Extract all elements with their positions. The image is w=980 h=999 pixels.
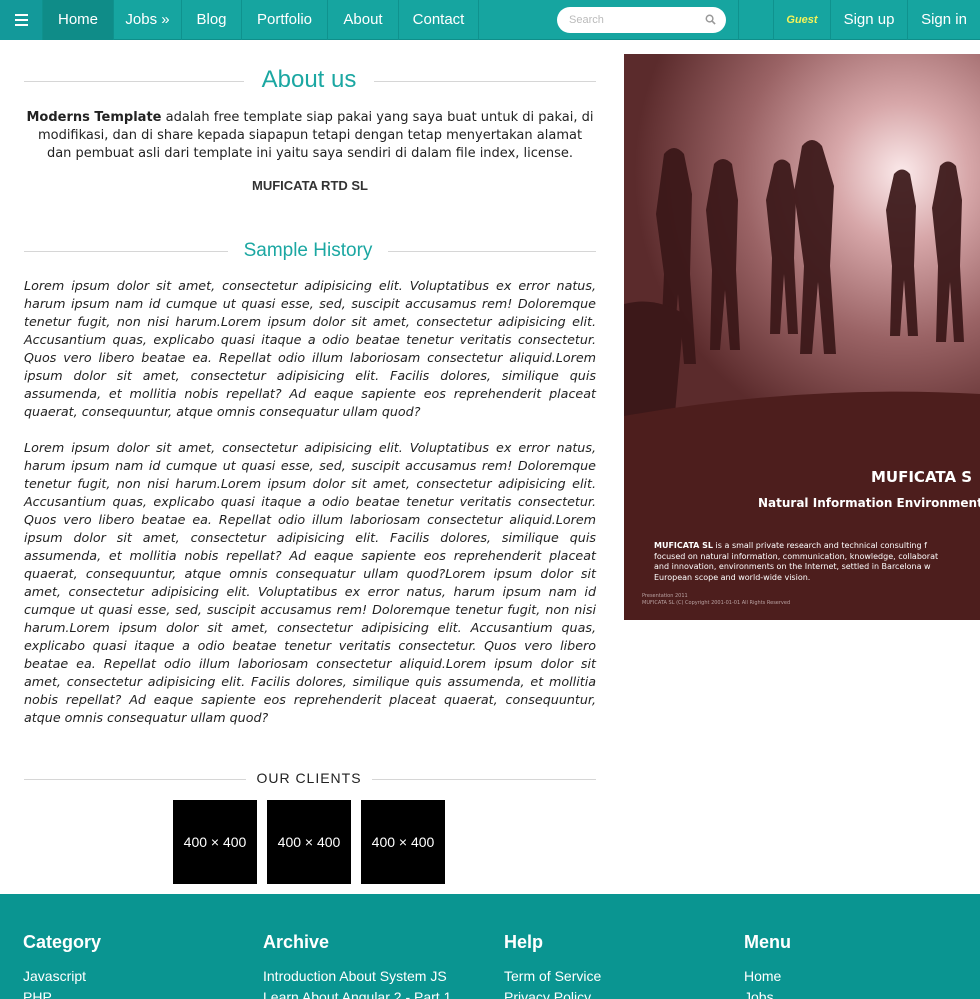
business-people-photo (624, 54, 980, 424)
client-logo[interactable]: 400 × 400 (267, 800, 351, 884)
divider (24, 81, 244, 82)
nav-contact[interactable]: Contact (399, 0, 479, 40)
search-icon[interactable] (705, 14, 716, 25)
history-paragraph: Lorem ipsum dolor sit amet, consectetur … (24, 278, 596, 419)
site-footer: Category Javascript PHP Archive Introduc… (0, 894, 980, 999)
poster-desc-line: and innovation, environments on the Inte… (654, 562, 931, 571)
menu-toggle-icon[interactable] (0, 0, 43, 40)
divider (374, 81, 596, 82)
footer-link[interactable]: Term of Service (504, 968, 601, 984)
guest-label: Guest (773, 0, 831, 40)
footer-heading-help: Help (504, 932, 544, 952)
signin-link[interactable]: Sign in (908, 0, 980, 40)
signup-link[interactable]: Sign up (831, 0, 908, 40)
footer-heading-category: Category (23, 932, 102, 952)
divider (24, 251, 228, 252)
poster-subtitle: Natural Information Environment (758, 496, 980, 510)
nav-portfolio[interactable]: Portfolio (242, 0, 328, 40)
footer-heading-archive: Archive (263, 932, 330, 952)
nav-about[interactable]: About (328, 0, 399, 40)
poster-desc-line: focused on natural information, communic… (654, 551, 939, 561)
history-title: Sample History (243, 240, 373, 261)
footer-link[interactable]: Introduction About System JS (263, 968, 447, 984)
top-navbar: Home Jobs » Blog Portfolio About Contact… (0, 0, 980, 40)
nav-jobs[interactable]: Jobs » (114, 0, 182, 40)
footer-link[interactable]: Home (744, 968, 781, 984)
poster-desc-line: is a small private research and technica… (713, 541, 927, 550)
company-name: MUFICATA RTD SL (251, 178, 369, 193)
search-input[interactable] (569, 12, 699, 28)
divider (24, 779, 246, 780)
poster-foot-line: Presentation 2011 (642, 593, 688, 599)
poster-foot-line: MUFICATA SL (C) Copyright 2001-01-01 All… (642, 600, 791, 606)
nav-home[interactable]: Home (43, 0, 114, 40)
search-box (557, 7, 726, 33)
about-brand: Moderns Template (26, 110, 162, 125)
client-logo[interactable]: 400 × 400 (361, 800, 445, 884)
about-title: About us (261, 66, 357, 93)
divider (372, 779, 596, 780)
about-description: Moderns Template adalah free template si… (24, 109, 596, 163)
poster-description: MUFICATA SL is a small private research … (654, 541, 980, 583)
footer-link[interactable]: Learn About Angular 2 - Part 1 (263, 989, 451, 999)
poster-desc-line: European scope and world-wide vision. (654, 572, 811, 582)
history-paragraph: Lorem ipsum dolor sit amet, consectetur … (24, 440, 596, 725)
poster-footnote: Presentation 2011 MUFICATA SL (C) Copyri… (642, 593, 790, 607)
footer-link[interactable]: Jobs (744, 989, 774, 999)
footer-heading-menu: Menu (744, 932, 791, 952)
company-poster-image: MUFICATA S Natural Information Environme… (624, 54, 980, 620)
poster-title: MUFICATA S (871, 468, 973, 486)
footer-link[interactable]: PHP (23, 989, 52, 999)
footer-link[interactable]: Javascript (23, 968, 86, 984)
divider (388, 251, 596, 252)
nav-blog[interactable]: Blog (182, 0, 242, 40)
clients-title: OUR CLIENTS (256, 770, 362, 786)
poster-brand: MUFICATA SL (654, 541, 714, 550)
client-logo[interactable]: 400 × 400 (173, 800, 257, 884)
footer-link[interactable]: Privacy Policy (504, 989, 591, 999)
